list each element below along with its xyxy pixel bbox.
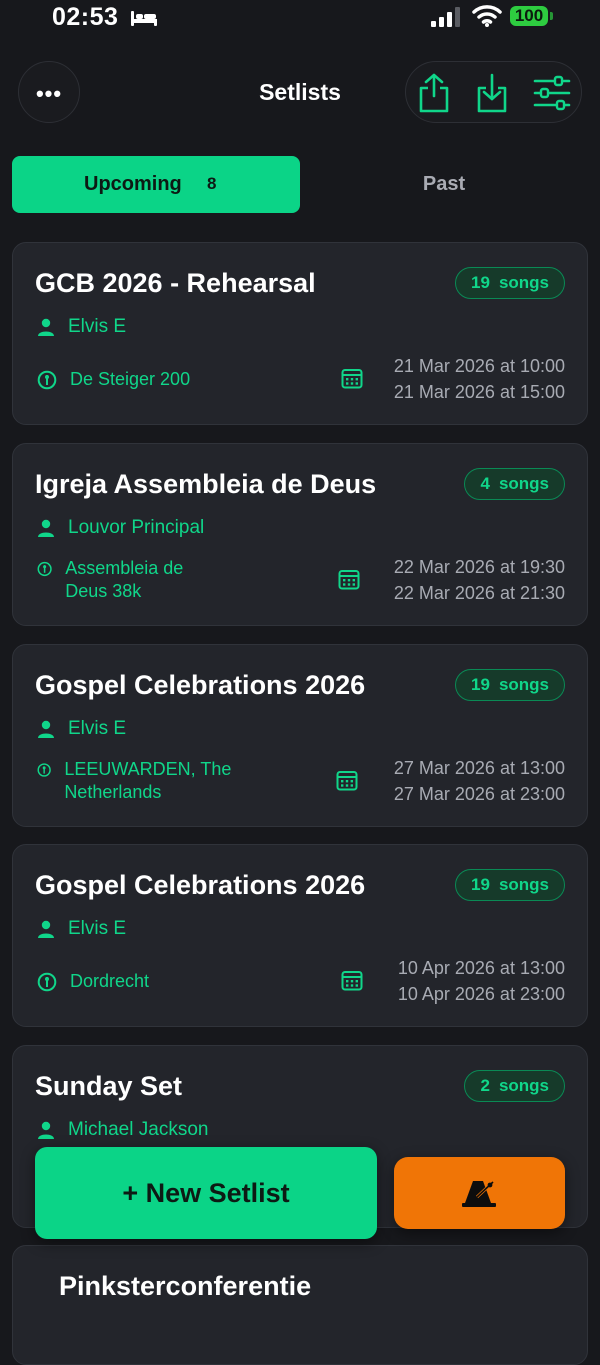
- setlist-title: Gospel Celebrations 2026: [35, 870, 366, 900]
- songs-count-badge: 19 songs: [455, 669, 565, 701]
- start-datetime: 22 Mar 2026 at 19:30: [393, 557, 565, 577]
- start-datetime: 10 Apr 2026 at 13:00: [397, 958, 565, 978]
- setlist-dates: 22 Mar 2026 at 19:30 22 Mar 2026 at 21:3…: [394, 554, 565, 606]
- setlist-location: De Steiger 200: [70, 369, 191, 389]
- bed-icon: [131, 11, 157, 26]
- tab-past[interactable]: Past: [300, 156, 588, 213]
- location-pin-icon: [37, 972, 57, 992]
- setlist-person: Michael Jackson: [68, 1119, 209, 1140]
- location-pin-icon: [37, 370, 57, 390]
- songs-label: songs: [498, 675, 549, 694]
- download-icon[interactable]: [472, 72, 512, 114]
- setlist-location: Dordrecht: [70, 971, 150, 991]
- tab-upcoming-count: 8: [207, 174, 217, 193]
- songs-count-badge: 19 songs: [455, 267, 565, 299]
- calendar-icon: [341, 369, 363, 389]
- songs-count-badge: 19 songs: [455, 869, 565, 901]
- start-datetime: 27 Mar 2026 at 13:00: [393, 758, 565, 778]
- setlist-location: LEEUWARDEN, The Netherlands: [64, 759, 232, 802]
- person-row: Michael Jackson: [37, 1119, 208, 1141]
- location-row: De Steiger 200: [37, 368, 237, 391]
- location-row: Dordrecht: [37, 970, 237, 993]
- song-count: 4: [480, 474, 490, 493]
- setlist-title: Igreja Assembleia de Deus: [35, 469, 377, 499]
- person-icon: [38, 1121, 54, 1139]
- setlist-person: Elvis E: [68, 918, 127, 939]
- setlist-title: Sunday Set: [35, 1071, 183, 1101]
- songs-label: songs: [498, 474, 549, 493]
- setlist-location: Assembleia de Deus 38k: [65, 558, 184, 601]
- song-count: 19: [471, 675, 490, 694]
- songs-count-badge: 2 songs: [464, 1070, 565, 1102]
- setlist-person: Elvis E: [68, 718, 127, 739]
- end-datetime: 21 Mar 2026 at 15:00: [393, 382, 565, 402]
- setlist-title: Gospel Celebrations 2026: [35, 670, 366, 700]
- person-icon: [38, 920, 54, 938]
- songs-label: songs: [498, 273, 549, 292]
- end-datetime: 27 Mar 2026 at 23:00: [393, 784, 565, 804]
- person-icon: [38, 519, 54, 537]
- songs-count-badge: 4 songs: [464, 468, 565, 500]
- song-count: 19: [471, 273, 490, 292]
- location-pin-icon: [37, 561, 52, 577]
- setlist-card[interactable]: Gospel Celebrations 2026 19 songs Elvis …: [12, 644, 588, 827]
- person-row: Elvis E: [37, 918, 126, 940]
- battery-icon: 100: [510, 6, 548, 26]
- setlist-card[interactable]: Igreja Assembleia de Deus 4 songs Louvor…: [12, 443, 588, 626]
- setlist-dates: 10 Apr 2026 at 13:00 10 Apr 2026 at 23:0…: [398, 955, 565, 1007]
- header-actions: [405, 61, 582, 123]
- location-row: Assembleia de Deus 38k: [37, 557, 217, 603]
- setlist-title: GCB 2026 - Rehearsal: [35, 268, 316, 298]
- person-row: Elvis E: [37, 718, 126, 740]
- signal-icon: [431, 7, 460, 27]
- person-icon: [38, 318, 54, 336]
- calendar-icon: [338, 570, 360, 590]
- person-row: Elvis E: [37, 316, 126, 338]
- setlist-dates: 21 Mar 2026 at 10:00 21 Mar 2026 at 15:0…: [394, 353, 565, 405]
- metronome-icon: [461, 1180, 496, 1207]
- person-row: Louvor Principal: [37, 517, 204, 539]
- wifi-icon: [472, 5, 502, 27]
- tab-past-label: Past: [422, 173, 466, 195]
- songs-label: songs: [498, 875, 549, 894]
- setlist-card[interactable]: GCB 2026 - Rehearsal 19 songs Elvis E De…: [12, 242, 588, 425]
- new-setlist-button[interactable]: + New Setlist: [35, 1147, 377, 1239]
- tab-upcoming[interactable]: Upcoming 8: [12, 156, 300, 213]
- battery-tip: [550, 12, 553, 20]
- location-pin-icon: [37, 763, 51, 777]
- setlist-person: Elvis E: [68, 316, 127, 337]
- calendar-icon: [336, 771, 358, 791]
- setlist-title: Pinksterconferentie: [59, 1271, 312, 1301]
- end-datetime: 10 Apr 2026 at 23:00: [397, 984, 565, 1004]
- start-datetime: 21 Mar 2026 at 10:00: [393, 356, 565, 376]
- setlist-card[interactable]: Pinksterconferentie: [12, 1245, 588, 1365]
- end-datetime: 22 Mar 2026 at 21:30: [393, 583, 565, 603]
- status-bar: 02:53 100: [0, 0, 600, 40]
- filter-sliders-icon[interactable]: [532, 72, 572, 114]
- songs-label: songs: [498, 1076, 549, 1095]
- song-count: 19: [471, 875, 490, 894]
- metronome-button[interactable]: [394, 1157, 565, 1229]
- tab-upcoming-label: Upcoming: [84, 173, 182, 195]
- song-count: 2: [480, 1076, 490, 1095]
- setlist-dates: 27 Mar 2026 at 13:00 27 Mar 2026 at 23:0…: [394, 755, 565, 807]
- share-icon[interactable]: [414, 72, 454, 114]
- setlist-person: Louvor Principal: [68, 517, 205, 538]
- person-icon: [38, 720, 54, 738]
- setlist-tabs: Upcoming 8 Past: [12, 156, 588, 213]
- calendar-icon: [341, 971, 363, 991]
- setlist-card[interactable]: Gospel Celebrations 2026 19 songs Elvis …: [12, 844, 588, 1027]
- status-time: 02:53: [52, 3, 119, 31]
- location-row: LEEUWARDEN, The Netherlands: [37, 758, 257, 804]
